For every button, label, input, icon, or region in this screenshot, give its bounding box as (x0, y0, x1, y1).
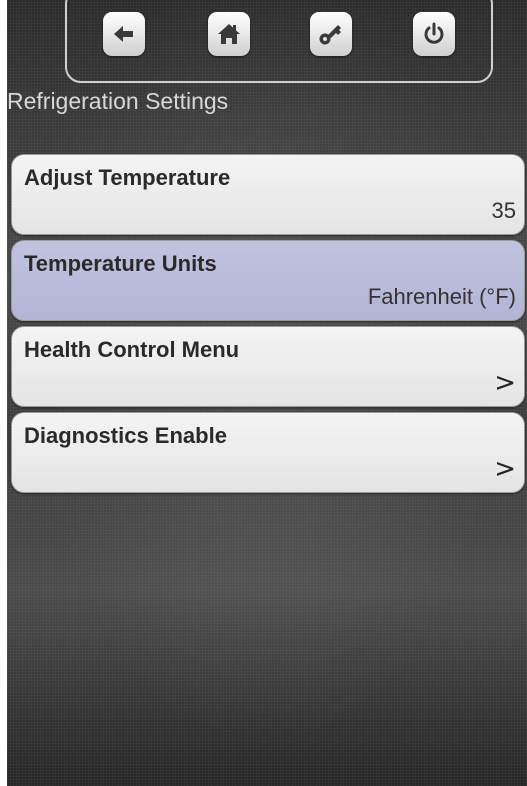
page-title: Refrigeration Settings (7, 88, 229, 114)
power-icon (424, 22, 444, 44)
key-icon (319, 25, 341, 45)
menu-item-label: Temperature Units (24, 251, 217, 276)
menu-item-value: 35 (491, 198, 516, 223)
menu-item-temperature-units[interactable]: Temperature Units Fahrenheit (°F) (11, 240, 525, 321)
chevron-right-icon: > (494, 368, 516, 398)
power-button[interactable] (413, 12, 455, 56)
menu-item-value: Fahrenheit (°F) (367, 284, 516, 309)
home-button[interactable] (208, 12, 250, 56)
menu-item-diagnostics-enable[interactable]: Diagnostics Enable > (11, 412, 525, 493)
chevron-right-icon: > (494, 454, 516, 484)
menu-item-label: Diagnostics Enable (24, 423, 227, 448)
menu-item-adjust-temperature[interactable]: Adjust Temperature 35 (11, 154, 525, 235)
back-button[interactable] (103, 12, 145, 56)
menu-item-label: Adjust Temperature (24, 165, 231, 190)
home-icon (218, 24, 240, 44)
key-button[interactable] (310, 12, 352, 56)
menu-item-label: Health Control Menu (24, 337, 240, 362)
top-toolbar (65, 0, 493, 83)
menu-item-health-control-menu[interactable]: Health Control Menu > (11, 326, 525, 407)
back-arrow-icon (114, 26, 133, 42)
refrigeration-settings-screen: Refrigeration Settings Adjust Temperatur… (7, 0, 527, 786)
